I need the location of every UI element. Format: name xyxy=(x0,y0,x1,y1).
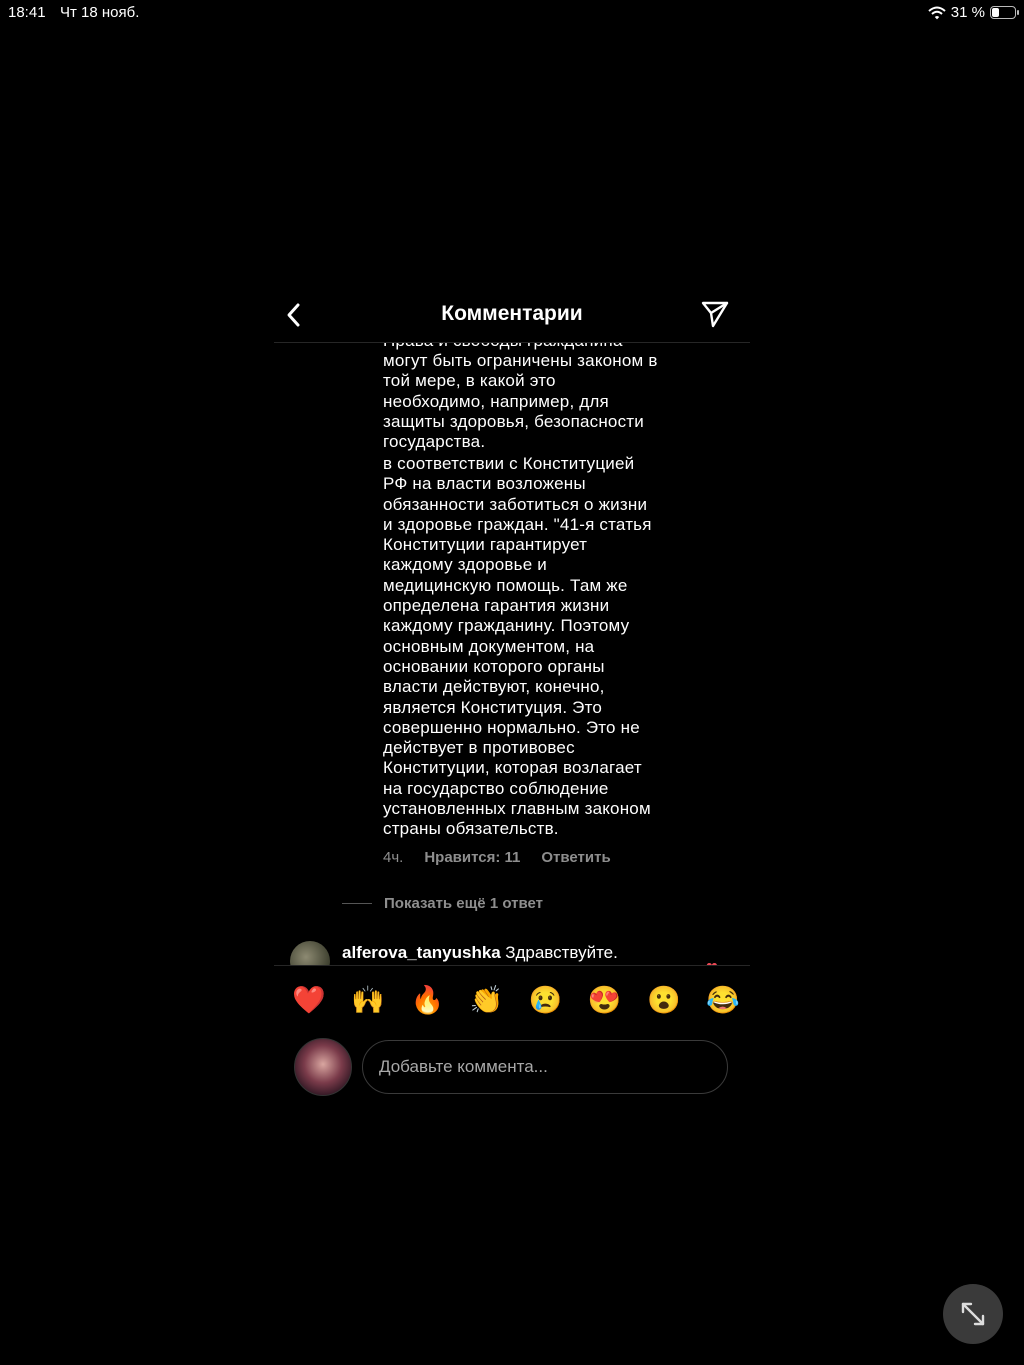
comment-text: Здравствуйте. xyxy=(505,943,618,962)
status-time: 18:41 xyxy=(8,4,46,21)
comment-line: необходимо, например, для xyxy=(383,391,609,411)
avatar[interactable] xyxy=(290,941,330,965)
reply-button[interactable]: Ответить xyxy=(541,849,610,866)
comment-time: 4ч. xyxy=(383,849,404,866)
comment-line: совершенно нормально. Это не xyxy=(383,717,640,737)
status-right: 31 % xyxy=(928,4,1019,21)
wifi-icon xyxy=(928,6,946,19)
reaction-raised-hands-icon[interactable]: 🙌 xyxy=(345,980,391,1020)
comment-likes[interactable]: Нравится: 11 xyxy=(424,849,520,866)
reaction-bar: ❤️ 🙌 🔥 👏 😢 😍 😮 😂 xyxy=(286,980,746,1020)
comment-line: РФ на власти возложены xyxy=(383,474,586,494)
comment-line: основным документом, на xyxy=(383,636,595,656)
expand-button[interactable] xyxy=(943,1284,1003,1344)
reaction-fire-icon[interactable]: 🔥 xyxy=(404,980,450,1020)
comment-line: каждому здоровье и xyxy=(383,555,547,575)
status-date: Чт 18 нояб. xyxy=(60,4,140,21)
reaction-heart-eyes-icon[interactable]: 😍 xyxy=(582,980,628,1020)
show-more-replies-button[interactable]: Показать ещё 1 ответ xyxy=(342,895,543,912)
reaction-clapping-hands-icon[interactable]: 👏 xyxy=(463,980,509,1020)
expand-arrows-icon xyxy=(961,1302,985,1326)
comment-line: Конституции, которая возлагает xyxy=(383,758,642,778)
comment-line: действует в противовес xyxy=(383,738,575,758)
comment-line: государства. xyxy=(383,432,486,452)
comment-line: основании которого органы xyxy=(383,656,605,676)
comments-header: Комментарии xyxy=(274,290,750,343)
show-more-replies-label: Показать ещё 1 ответ xyxy=(384,895,543,912)
comment-line: могут быть ограничены законом в xyxy=(383,351,658,370)
comment-line: и здоровье граждан. "41-я статья xyxy=(383,514,652,534)
comment-line: той мере, в какой это xyxy=(383,371,556,391)
battery-percent: 31 % xyxy=(950,4,985,21)
comment-line: установленных главным законом xyxy=(383,799,651,819)
reaction-surprised-face-icon[interactable]: 😮 xyxy=(641,980,687,1020)
paper-plane-icon[interactable] xyxy=(700,299,730,329)
divider xyxy=(342,903,372,904)
comment-line: в соответствии с Конституцией xyxy=(383,454,635,473)
avatar xyxy=(294,1038,352,1096)
comment-line: каждому гражданину. Поэтому xyxy=(383,616,630,636)
comment-username[interactable]: alferova_tanyushka xyxy=(342,943,501,962)
comment-line: является Конституция. Это xyxy=(383,697,603,717)
reaction-laughing-tears-icon[interactable]: 😂 xyxy=(700,980,746,1020)
divider xyxy=(274,965,750,966)
comment-line: медицинскую помощь. Там же xyxy=(383,575,628,595)
reaction-crying-face-icon[interactable]: 😢 xyxy=(523,980,569,1020)
comment-line: власти действуют, конечно, xyxy=(383,677,605,697)
comment-line: Конституции гарантирует xyxy=(383,535,588,555)
comments-list[interactable]: Права и свободы гражданина могут быть ог… xyxy=(274,343,750,965)
comment-paragraph-2: в соответствии с Конституцией РФ на власт… xyxy=(383,454,693,840)
battery-icon xyxy=(990,6,1019,19)
comment-line: страны обязательств. xyxy=(383,819,559,839)
comment-line: защиты здоровья, безопасности xyxy=(383,411,644,431)
comment-line: определена гарантия жизни xyxy=(383,596,610,616)
comment-line: на государство соблюдение xyxy=(383,778,609,798)
comment-composer xyxy=(294,1038,728,1096)
reaction-heart-icon[interactable]: ❤️ xyxy=(286,980,332,1020)
status-bar: 18:41 Чт 18 нояб. 31 % xyxy=(0,0,1024,26)
comment-line: обязанности заботиться о жизни xyxy=(383,494,648,514)
comment-paragraph-1: могут быть ограничены законом в той мере,… xyxy=(383,351,693,452)
comment-meta: 4ч. Нравится: 11 Ответить xyxy=(383,849,611,866)
next-comment: alferova_tanyushka Здравствуйте. xyxy=(290,941,618,965)
page-title: Комментарии xyxy=(441,302,583,325)
comment-input[interactable] xyxy=(362,1040,728,1094)
